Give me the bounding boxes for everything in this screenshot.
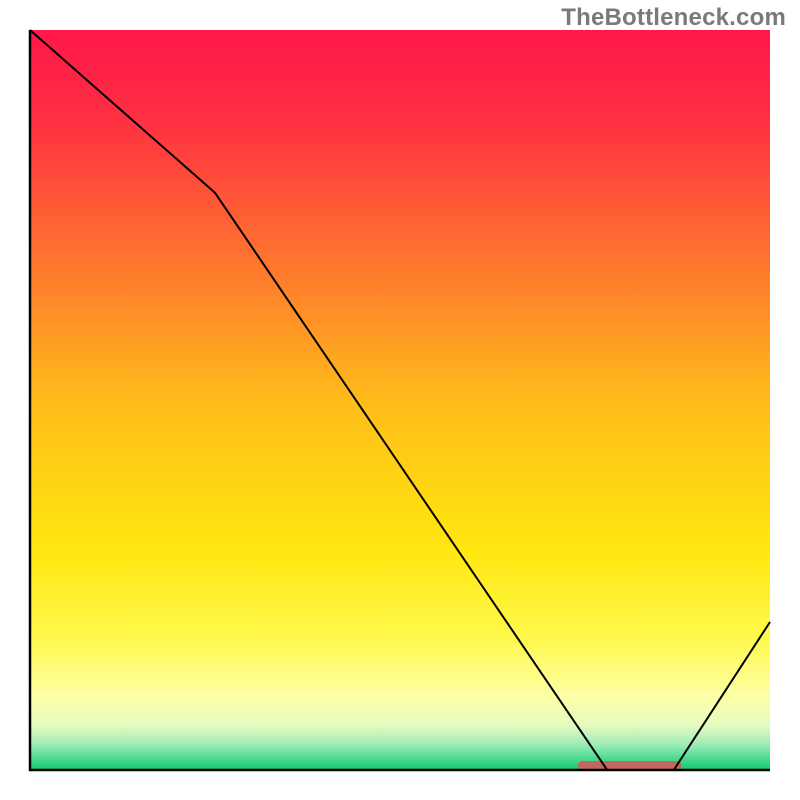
gradient-background (30, 30, 770, 770)
optimal-range-bar (578, 761, 682, 770)
chart-stage: TheBottleneck.com (0, 0, 800, 800)
watermark-label: TheBottleneck.com (561, 4, 786, 32)
bottleneck-chart (0, 0, 800, 800)
